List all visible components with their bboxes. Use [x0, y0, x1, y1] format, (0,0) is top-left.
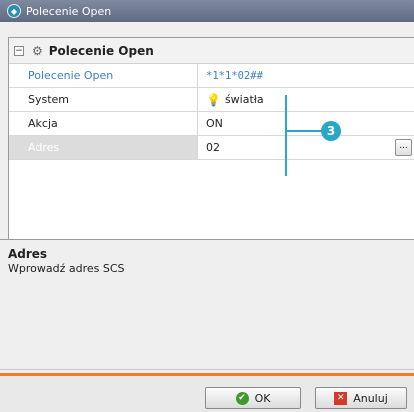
property-grid: − ⚙ Polecenie Open Polecenie Open *1*1*0…: [8, 37, 414, 252]
group-title: Polecenie Open: [48, 43, 154, 58]
title-bar: ◆ Polecenie Open: [0, 0, 414, 22]
callout-badge: 3: [321, 121, 341, 141]
footer: ✔ OK ✕ Anuluj: [0, 376, 414, 412]
gear-icon: ⚙: [32, 43, 43, 58]
property-label: Akcja: [9, 112, 198, 135]
property-value: *1*1*02##: [206, 69, 263, 82]
property-label: Adres: [9, 136, 198, 159]
callout-connector: [285, 130, 322, 132]
description-text: Wprowadź adres SCS: [8, 262, 125, 275]
cancel-label: Anuluj: [353, 391, 388, 405]
close-icon: ✕: [334, 391, 348, 405]
property-label: System: [9, 88, 198, 111]
table-row[interactable]: Akcja ON: [9, 112, 414, 136]
ok-button[interactable]: ✔ OK: [205, 387, 301, 409]
ellipsis-button[interactable]: ...: [395, 139, 412, 156]
table-row[interactable]: Polecenie Open *1*1*02##: [9, 64, 414, 88]
ok-label: OK: [254, 391, 271, 405]
table-row[interactable]: Adres 02 ...: [9, 136, 414, 160]
callout-line: [285, 95, 287, 176]
description-title: Adres: [8, 247, 48, 261]
description-panel: Adres Wprowadź adres SCS: [0, 239, 414, 370]
collapse-icon[interactable]: −: [14, 45, 24, 56]
window-title: Polecenie Open: [26, 4, 112, 18]
group-header[interactable]: − ⚙ Polecenie Open: [9, 38, 414, 64]
cancel-button[interactable]: ✕ Anuluj: [315, 387, 407, 409]
address-value-cell[interactable]: 02 ...: [198, 136, 414, 159]
system-value-cell[interactable]: 💡 światła: [198, 88, 414, 111]
table-row[interactable]: System 💡 światła: [9, 88, 414, 112]
property-value: 02: [206, 141, 220, 154]
property-label: Polecenie Open: [9, 64, 198, 87]
lightbulb-icon: 💡: [206, 92, 221, 107]
app-logo-icon: ◆: [7, 4, 21, 18]
checkmark-icon: ✔: [235, 391, 249, 405]
dialog-body: − ⚙ Polecenie Open Polecenie Open *1*1*0…: [0, 22, 414, 412]
property-value: światła: [224, 93, 264, 106]
